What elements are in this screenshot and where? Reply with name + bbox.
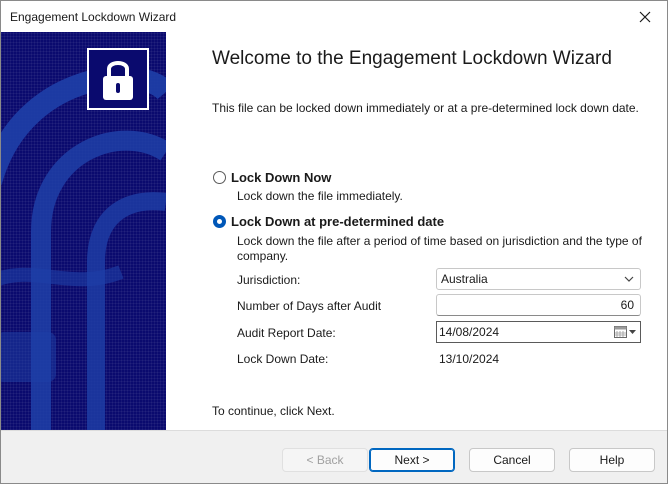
days-after-audit-input[interactable]: 60 — [436, 294, 641, 316]
lock-now-description: Lock down the file immediately. — [237, 189, 403, 203]
date-picker-button[interactable] — [614, 326, 637, 338]
days-after-audit-label: Number of Days after Audit — [237, 299, 382, 313]
lock-now-label: Lock Down Now — [231, 170, 332, 185]
lock-predetermined-radio[interactable] — [213, 215, 226, 228]
lock-predetermined-label: Lock Down at pre-determined date — [231, 214, 445, 229]
calendar-icon — [614, 326, 627, 338]
next-button[interactable]: Next > — [369, 448, 455, 472]
wizard-window: Engagement Lockdown Wizard Welcome to th… — [0, 0, 668, 484]
wizard-content: Welcome to the Engagement Lockdown Wizar… — [166, 32, 667, 430]
page-title: Welcome to the Engagement Lockdown Wizar… — [212, 48, 612, 69]
lock-now-radio[interactable] — [213, 171, 226, 184]
help-button[interactable]: Help — [569, 448, 655, 472]
audit-report-date-picker[interactable]: 14/08/2024 — [436, 321, 641, 343]
side-banner — [1, 32, 166, 430]
button-bar: < Back Next > Cancel Help — [1, 430, 667, 483]
window-title: Engagement Lockdown Wizard — [10, 10, 177, 24]
lock-predetermined-description: Lock down the file after a period of tim… — [237, 234, 642, 263]
jurisdiction-value: Australia — [441, 272, 488, 286]
back-button[interactable]: < Back — [282, 448, 368, 472]
close-icon — [639, 11, 651, 22]
option-lock-now[interactable]: Lock Down Now — [213, 170, 331, 185]
chevron-down-icon — [629, 330, 636, 334]
lock-down-date-value: 13/10/2024 — [439, 352, 500, 366]
jurisdiction-dropdown[interactable]: Australia — [436, 268, 641, 290]
close-button[interactable] — [623, 1, 667, 32]
lock-badge — [87, 48, 149, 110]
days-after-audit-value: 60 — [620, 298, 634, 312]
lock-icon — [103, 61, 133, 100]
title-bar: Engagement Lockdown Wizard — [1, 1, 667, 32]
continue-instruction: To continue, click Next. — [212, 404, 335, 418]
option-lock-predetermined[interactable]: Lock Down at pre-determined date — [213, 214, 444, 229]
chevron-down-icon — [624, 276, 634, 282]
jurisdiction-label: Jurisdiction: — [237, 273, 301, 287]
intro-text: This file can be locked down immediately… — [212, 101, 639, 115]
cancel-button[interactable]: Cancel — [469, 448, 555, 472]
audit-report-date-value: 14/08/2024 — [439, 325, 500, 339]
lock-down-date-label: Lock Down Date: — [237, 352, 329, 366]
audit-report-date-label: Audit Report Date: — [237, 326, 336, 340]
